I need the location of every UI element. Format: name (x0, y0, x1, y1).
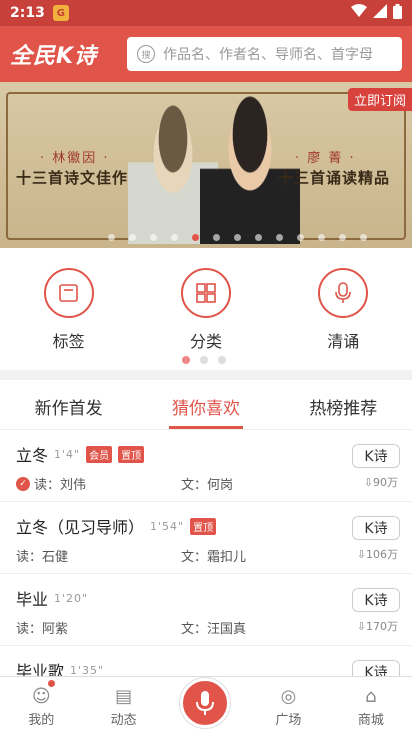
battery-icon (393, 3, 402, 23)
k-poem-button[interactable]: K诗 (352, 588, 400, 612)
item-reader: 读：刘伟 (34, 478, 87, 493)
search-icon: 搜 (137, 45, 155, 63)
category-recite[interactable]: 清诵 (293, 268, 393, 370)
category-row: 标签 分类 清诵 (0, 250, 412, 370)
category-label: 分类 (189, 332, 222, 351)
status-time: 2:13 (10, 5, 45, 21)
app-logo: 全民K诗 (10, 44, 98, 69)
banner-pager (108, 234, 367, 241)
download-count: ⇩90万 (363, 476, 398, 489)
grid-icon (180, 268, 231, 318)
download-count-value: 90万 (373, 476, 398, 489)
nav-label: 我的 (28, 713, 55, 728)
nav-label: 动态 (110, 713, 137, 728)
nav-feed[interactable]: ▤ 动态 (82, 677, 164, 732)
promo-banner[interactable]: · 林徽因 · · 廖 菁 · 十三首诗文佳作 十三首诵读精品 立即订阅 (0, 82, 412, 248)
category-label: 标签 (52, 332, 85, 351)
tab-hot[interactable]: 热榜推荐 (275, 380, 412, 429)
nav-plaza[interactable]: ◎ 广场 (247, 677, 329, 732)
item-reader: 读：石健 (16, 550, 69, 565)
category-grid[interactable]: 分类 (156, 268, 256, 370)
nav-profile[interactable]: ☺ 我的 (0, 677, 82, 732)
banner-name-left: · 林徽因 · (40, 151, 110, 166)
status-bar: 2:13 G (0, 0, 412, 26)
k-poem-button[interactable]: K诗 (352, 516, 400, 540)
poem-list: 立冬 1'4" 会员 置顶 ✓ 读：刘伟 文：何岗 K诗 ⇩90万 立冬（见习导师） 1'… (0, 430, 412, 718)
banner-name-right: · 廖 菁 · (295, 151, 356, 166)
category-tag[interactable]: 标签 (19, 268, 119, 370)
nav-label: 商城 (357, 713, 384, 728)
search-placeholder: 作品名、作者名、导师名、首字母 (163, 47, 373, 63)
feed-icon: ▤ (115, 686, 133, 707)
list-item[interactable]: 立冬（见习导师） 1'54" 置顶 读：石健 文：霜扣儿 K诗 ⇩106万 (0, 502, 412, 574)
tab-recommended[interactable]: 猜你喜欢 (137, 380, 274, 429)
category-pager (182, 356, 226, 364)
subscribe-button[interactable]: 立即订阅 (347, 88, 412, 111)
item-duration: 1'20" (54, 591, 89, 605)
download-count: ⇩170万 (356, 620, 398, 633)
signal-icon (373, 4, 387, 22)
nav-label: 广场 (275, 713, 302, 728)
tag-icon (43, 268, 94, 318)
item-reader: 读：阿紫 (16, 622, 69, 637)
wifi-icon (351, 4, 367, 22)
mic-icon (318, 268, 369, 318)
download-count-value: 170万 (366, 620, 398, 633)
member-badge: 会员 (86, 445, 113, 463)
profile-icon: ☺ (31, 686, 51, 707)
k-poem-button[interactable]: K诗 (352, 444, 400, 468)
notification-dot (48, 680, 55, 687)
item-duration: 1'4" (54, 447, 81, 461)
download-count: ⇩106万 (356, 548, 398, 561)
record-button[interactable] (180, 678, 230, 728)
shop-icon: ⌂ (365, 686, 377, 707)
item-author: 文：汪国真 (181, 622, 247, 637)
section-divider (0, 370, 412, 380)
item-author: 文：何岗 (181, 478, 234, 493)
item-title: 毕业 (16, 590, 49, 609)
app-header: 全民K诗 搜 作品名、作者名、导师名、首字母 (0, 26, 412, 82)
list-item[interactable]: 毕业 1'20" 读：阿紫 文：汪国真 K诗 ⇩170万 (0, 574, 412, 646)
item-title: 立冬 (16, 446, 49, 465)
download-count-value: 106万 (366, 548, 398, 561)
status-icons (351, 3, 402, 23)
item-duration: 1'54" (150, 519, 185, 533)
banner-text-right: 十三首诵读精品 (278, 169, 391, 187)
search-input[interactable]: 搜 作品名、作者名、导师名、首字母 (127, 37, 402, 71)
item-title: 立冬（见习导师） (16, 518, 145, 537)
item-duration: 1'35" (70, 663, 105, 677)
feed-tabs: 新作首发 猜你喜欢 热榜推荐 (0, 380, 412, 430)
tab-new[interactable]: 新作首发 (0, 380, 137, 429)
category-label: 清诵 (327, 332, 360, 351)
pinned-badge: 置顶 (118, 445, 145, 463)
pinned-badge: 置顶 (190, 517, 217, 535)
list-item[interactable]: 立冬 1'4" 会员 置顶 ✓ 读：刘伟 文：何岗 K诗 ⇩90万 (0, 430, 412, 502)
item-author: 文：霜扣儿 (181, 550, 247, 565)
nav-shop[interactable]: ⌂ 商城 (330, 677, 412, 732)
banner-text-left: 十三首诗文佳作 (16, 169, 129, 187)
mic-icon (196, 691, 214, 715)
compass-icon: ◎ (280, 686, 297, 707)
check-icon: ✓ (16, 476, 30, 491)
app-notification-icon: G (52, 5, 69, 21)
